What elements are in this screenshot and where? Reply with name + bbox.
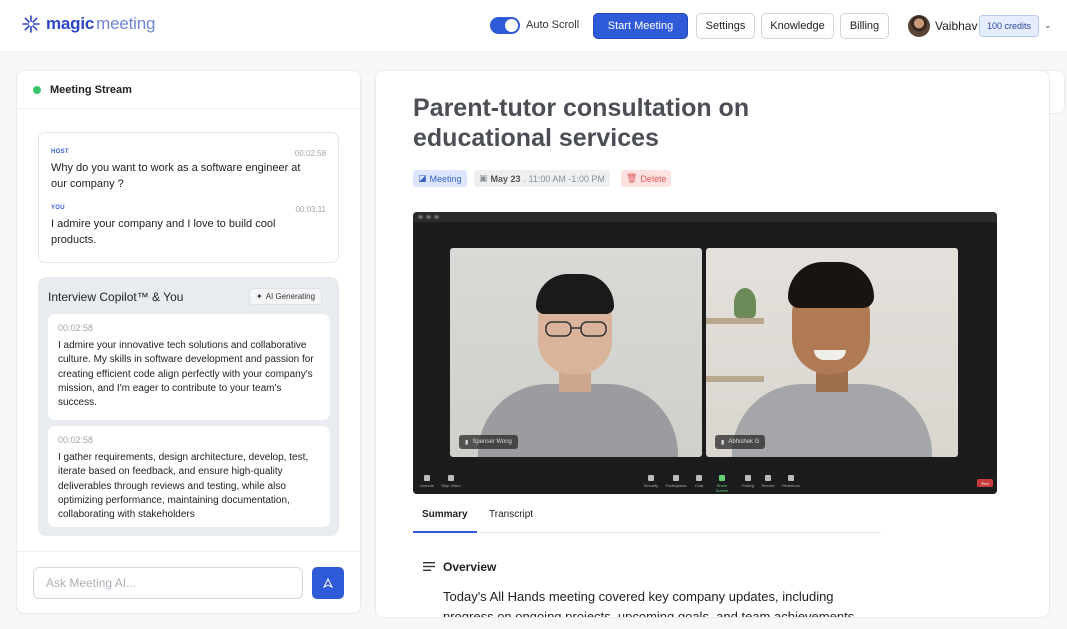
chat-icon [696,475,702,481]
page-title: Parent-tutor consultation on educational… [413,94,750,152]
knowledge-button[interactable]: Knowledge [761,13,834,39]
tab-transcript[interactable]: Transcript [489,509,533,520]
ai-badge-label: AI Generating [265,292,316,301]
participant-tile: ▮ Abhishek G [706,248,958,457]
sparkle-logo-icon [22,15,40,33]
stop-video-control: Stop Video [440,475,462,488]
message-role: YOU [51,205,65,211]
send-button[interactable] [312,567,344,599]
message-text: Why do you want to work as a software en… [51,162,301,190]
transcript-message: YOU 00:03:11 I admire your company and I… [51,205,326,248]
app-logo[interactable]: magic meeting [22,14,155,34]
record-icon [765,475,771,481]
copilot-panel: Interview Copilot™ & You ✦ AI Generating… [38,277,339,536]
sparkle-icon: ✦ [256,292,263,301]
send-icon [323,578,333,588]
stream-header: Meeting Stream [17,71,360,109]
share-screen-icon [719,475,725,481]
transcript-card: HOST 00:02:58 Why do you want to work as… [38,132,339,263]
credits-badge: 100 credits [979,15,1040,37]
signal-icon: ▮ [721,439,725,446]
message-role: HOST [51,149,69,155]
message-text: I admire your company and I love to buil… [51,218,276,246]
security-control: Security [640,475,662,488]
message-time: 00:02:58 [294,149,326,158]
user-name[interactable]: Vaibhav [935,19,977,33]
transcript-message: HOST 00:02:58 Why do you want to work as… [51,149,326,192]
meeting-date-chip: ▣ May 23 . 11:00 AM -1:00 PM [474,170,610,187]
overview-heading: Overview [443,560,497,574]
stream-title: Meeting Stream [50,83,132,96]
shield-icon [648,475,654,481]
active-tab-indicator [413,531,477,533]
chat-control: Chat [688,475,710,488]
lines-icon [423,562,435,571]
participant-name: Abhishek G [728,439,760,445]
ai-generating-badge: ✦ AI Generating [249,288,323,305]
tab-summary[interactable]: Summary [422,509,468,520]
meeting-detail-panel: Parent-tutor consultation on educational… [375,70,1050,618]
message-time: 00:03:11 [295,205,326,214]
meeting-video-screenshot: ▮ Spenser Wong ▮ Abhishek G Unmute Stop … [413,212,997,494]
meeting-type-label: Meeting [429,173,462,184]
delete-button[interactable]: 🗑 Delete [621,170,672,187]
avatar[interactable] [908,15,930,37]
answer-text: I gather requirements, design architectu… [58,452,309,521]
end-call-control: End [977,479,993,487]
record-control: Record [757,475,779,488]
ask-bar [17,551,360,613]
share-screen-control: Share Screen [711,475,733,493]
chevron-down-icon[interactable]: ⌄ [1044,20,1052,31]
video-toolbar: Unmute Stop Video Security Participants … [413,470,997,494]
video-window-bar [413,212,997,222]
settings-button[interactable]: Settings [696,13,755,39]
answer-time: 00:02:58 [58,435,94,445]
plant-icon [734,288,756,318]
meeting-stream-panel: Meeting Stream HOST 00:02:58 Why do you … [16,70,361,614]
signal-icon: ▮ [465,439,469,446]
ask-meeting-ai-input[interactable] [33,567,303,599]
start-meeting-button[interactable]: Start Meeting [593,13,688,39]
copilot-answer-card[interactable]: 00:02:58 I admire your innovative tech s… [48,314,330,420]
participants-control: Participants [665,475,687,488]
meeting-date: May 23 [490,173,521,184]
reaction-icon [788,475,794,481]
polling-control: Polling [737,475,759,488]
copilot-title: Interview Copilot™ & You [48,290,184,304]
auto-scroll-label: Auto Scroll [526,19,580,31]
overview-text: Today's All Hands meeting covered key co… [443,589,858,618]
live-status-dot-icon [33,85,41,94]
participant-name: Spenser Wong [472,439,512,445]
answer-time: 00:02:58 [58,323,94,333]
participant-name-tag: ▮ Abhishek G [715,435,766,449]
participant-tile: ▮ Spenser Wong [450,248,702,457]
delete-label: Delete [640,173,667,184]
logo-text-bold: magic [46,14,95,33]
participant-name-tag: ▮ Spenser Wong [459,435,518,449]
copilot-answer-card[interactable]: 00:02:58 I gather requirements, design a… [48,426,330,527]
headset-icon: ◪ [418,173,427,183]
logo-text-light: meeting [96,14,156,33]
content-tabs: Summary Transcript [413,503,881,533]
people-icon [673,475,679,481]
unmute-control: Unmute [416,475,438,488]
trash-icon: 🗑 [626,173,638,183]
meeting-type-chip[interactable]: ◪ Meeting [413,170,467,187]
meeting-time-range: . 11:00 AM -1:00 PM [523,173,605,184]
glasses-icon [545,321,607,337]
auto-scroll-toggle[interactable] [490,17,520,34]
billing-button[interactable]: Billing [840,13,889,39]
calendar-icon: ▣ [479,173,488,183]
camera-icon [448,475,454,481]
mic-icon [424,475,430,481]
top-header: magic meeting Auto Scroll Start Meeting … [0,0,1067,52]
poll-icon [745,475,751,481]
reactions-control: Reactions [780,475,802,488]
answer-text: I admire your innovative tech solutions … [58,340,314,409]
